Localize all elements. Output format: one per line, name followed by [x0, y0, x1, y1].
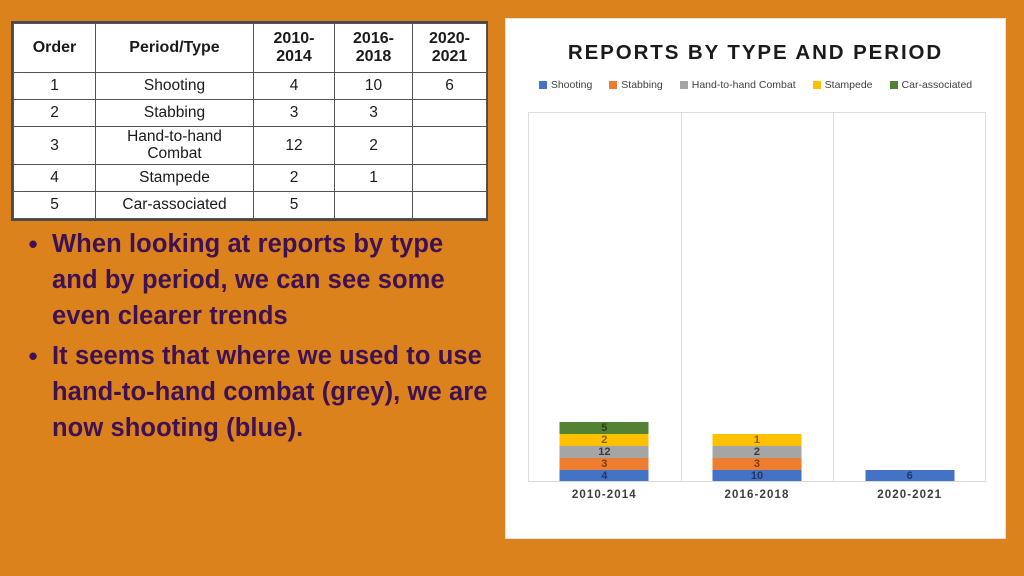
stacked-bar[interactable]: 4 3 12 2 5 — [559, 422, 649, 482]
bar-group-2016-2018: 10 3 2 1 — [681, 112, 834, 482]
bar-value-label: 3 — [601, 458, 608, 470]
table-header-period-3: 2020- 2021 — [412, 23, 487, 73]
bar-value-label: 3 — [753, 458, 761, 470]
table-header-period-3-line1: 2020- — [429, 30, 470, 48]
chart-legend: Shooting Stabbing Hand-to-hand Combat St… — [506, 79, 1005, 91]
x-axis-labels: 2010-2014 2016-2018 2020-2021 — [528, 489, 986, 501]
legend-swatch-icon — [609, 81, 618, 89]
bullet-text: It seems that where we used to use hand-… — [52, 342, 488, 442]
bullet-list: • When looking at reports by type and by… — [14, 226, 492, 450]
reports-table-container: Order Period/Type 2010- 2014 2016- 2018 … — [11, 21, 488, 221]
bullet-text: When looking at reports by type and by p… — [52, 230, 445, 330]
chart-title: REPORTS BY TYPE AND PERIOD — [567, 41, 944, 64]
cell-order: 2 — [13, 99, 96, 127]
bar-value-label: 2 — [753, 446, 761, 458]
bar-value-label: 12 — [598, 446, 611, 458]
cell-period-1: 12 — [253, 126, 335, 165]
bar-segment[interactable]: 3 — [712, 458, 802, 470]
table-header-type: Period/Type — [95, 23, 254, 73]
cell-type-line1: Hand-to-hand — [127, 128, 222, 145]
cell-order: 3 — [13, 126, 96, 165]
chart-panel: REPORTS BY TYPE AND PERIOD Shooting Stab… — [505, 18, 1006, 539]
legend-swatch-icon — [812, 81, 821, 89]
bar-segment[interactable]: 5 — [559, 422, 649, 434]
legend-item-shooting[interactable]: Shooting — [538, 79, 593, 91]
cell-period-2 — [334, 190, 413, 219]
table-row: 3 Hand-to-hand Combat 12 2 — [13, 126, 487, 165]
legend-swatch-icon — [538, 81, 547, 89]
cell-type: Shooting — [95, 72, 254, 100]
cell-period-2: 1 — [334, 163, 413, 192]
slide: Order Period/Type 2010- 2014 2016- 2018 … — [0, 0, 1024, 576]
stacked-bar[interactable]: 10 3 2 1 — [712, 434, 802, 482]
x-tick-label: 2010-2014 — [571, 489, 637, 501]
legend-item-car-associated[interactable]: Car-associated — [889, 79, 973, 91]
bar-segment[interactable]: 2 — [712, 446, 802, 458]
cell-order: 1 — [13, 72, 96, 100]
cell-order: 5 — [13, 190, 96, 219]
table-row: 5 Car-associated 5 — [13, 190, 487, 219]
legend-swatch-icon — [679, 81, 688, 89]
table-header-order-label: Order — [32, 39, 77, 57]
cell-type: Car-associated — [95, 190, 254, 219]
legend-label: Hand-to-hand Combat — [691, 79, 796, 91]
legend-item-hand-to-hand-combat[interactable]: Hand-to-hand Combat — [679, 79, 796, 91]
plot-area: 4 3 12 2 5 10 3 2 1 6 — [528, 112, 986, 482]
table-row: 1 Shooting 4 10 6 — [13, 72, 487, 100]
x-tick-label: 2016-2018 — [724, 489, 790, 501]
legend-label: Shooting — [550, 79, 593, 91]
table-header-period-2: 2016- 2018 — [334, 23, 413, 73]
legend-item-stampede[interactable]: Stampede — [812, 79, 873, 91]
cell-type: Hand-to-hand Combat — [95, 126, 254, 165]
bullet-marker-icon: • — [28, 229, 38, 259]
bar-segment[interactable]: 2 — [559, 434, 649, 446]
table-header-period-1-line2: 2014 — [276, 48, 312, 65]
cell-period-3 — [412, 126, 487, 165]
bar-segment[interactable]: 3 — [559, 458, 649, 470]
table-row: 4 Stampede 2 1 — [13, 163, 487, 192]
cell-type: Stabbing — [95, 99, 254, 127]
cell-period-3: 6 — [412, 72, 487, 100]
reports-table: Order Period/Type 2010- 2014 2016- 2018 … — [13, 23, 487, 219]
table-header-row: Order Period/Type 2010- 2014 2016- 2018 … — [13, 23, 487, 73]
bar-segment[interactable]: 12 — [559, 446, 649, 458]
cell-period-3 — [412, 163, 487, 192]
table-header-type-label: Period/Type — [129, 39, 220, 57]
bar-value-label: 2 — [601, 434, 608, 446]
bullet-marker-icon: • — [28, 341, 38, 371]
table-header-order: Order — [13, 23, 96, 73]
legend-label: Stampede — [824, 79, 873, 91]
cell-period-2: 2 — [334, 126, 413, 165]
table-header-period-1-line1: 2010- — [273, 30, 315, 48]
legend-item-stabbing[interactable]: Stabbing — [609, 79, 663, 91]
plot-baseline — [528, 481, 986, 482]
table-header-period-1: 2010- 2014 — [253, 23, 335, 73]
table-header-period-3-line2: 2021 — [431, 48, 468, 65]
table-header-period-2-line2: 2018 — [355, 48, 392, 65]
legend-swatch-icon — [889, 81, 898, 89]
list-item: • It seems that where we used to use han… — [14, 338, 492, 446]
cell-type: Stampede — [95, 163, 254, 192]
table-header-period-2-line1: 2016- — [353, 30, 394, 48]
cell-period-1: 3 — [253, 99, 335, 127]
bar-value-label: 5 — [601, 422, 608, 434]
cell-type-line2: Combat — [147, 145, 202, 163]
bar-value-label: 1 — [753, 434, 761, 446]
cell-period-1: 2 — [253, 163, 335, 192]
list-item: • When looking at reports by type and by… — [14, 226, 492, 334]
cell-period-1: 5 — [253, 190, 335, 219]
x-tick-label: 2020-2021 — [877, 489, 943, 501]
cell-order: 4 — [13, 163, 96, 192]
legend-label: Stabbing — [621, 79, 663, 91]
cell-period-3 — [412, 190, 487, 219]
cell-period-2: 3 — [334, 99, 413, 127]
cell-period-1: 4 — [253, 72, 335, 100]
bar-group-2010-2014: 4 3 12 2 5 — [528, 112, 681, 482]
table-row: 2 Stabbing 3 3 — [13, 99, 487, 127]
legend-label: Car-associated — [901, 79, 973, 91]
cell-period-2: 10 — [334, 72, 413, 100]
cell-period-3 — [412, 99, 487, 127]
bar-group-2020-2021: 6 — [833, 112, 986, 482]
bar-segment[interactable]: 1 — [712, 434, 802, 446]
